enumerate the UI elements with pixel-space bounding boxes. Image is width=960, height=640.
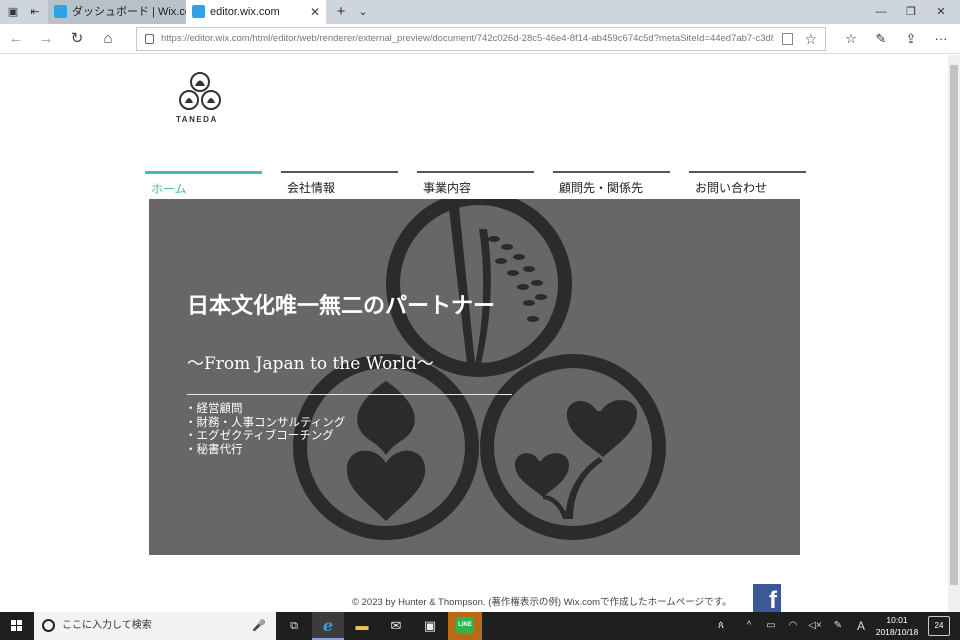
service-item: ・秘書代行 — [185, 441, 243, 456]
ime-mode-icon[interactable]: A — [852, 612, 870, 640]
browser-tab-bar: ▣ ⇤ ダッシュボード | Wix.com editor.wix.com ✕ +… — [0, 0, 960, 24]
set-aside-tabs-icon[interactable]: ▣ — [2, 0, 24, 24]
page-scrollbar[interactable] — [948, 55, 960, 612]
search-placeholder[interactable]: ここに入力して検索 — [62, 612, 152, 640]
footer-copyright: © 2023 by Hunter & Thompson. (著作権表示の例) W… — [352, 597, 732, 608]
more-icon[interactable]: ··· — [928, 24, 954, 54]
back-button[interactable]: ← — [3, 24, 29, 54]
wix-favicon-icon — [192, 5, 205, 18]
action-center-icon[interactable]: 24 — [928, 616, 950, 636]
nav-clients[interactable]: 顧問先・関係先 — [553, 171, 670, 199]
share-icon[interactable]: ⇪ — [898, 24, 924, 54]
tab-dashboard[interactable]: ダッシュボード | Wix.com — [48, 0, 200, 24]
cortana-icon — [42, 619, 55, 632]
home-button[interactable]: ⌂ — [95, 24, 121, 54]
mail-icon[interactable]: ✉ — [380, 612, 412, 640]
wix-favicon-icon — [54, 5, 67, 18]
nav-services[interactable]: 事業内容 — [417, 171, 534, 199]
services-list: ・経営顧問 ・財務・人事コンサルティング ・エグゼクティブコーチング ・秘書代行 — [185, 401, 346, 456]
favorites-hub-icon[interactable]: ☆ — [838, 24, 864, 54]
clock-date: 2018/10/18 — [875, 627, 919, 637]
address-toolbar: ← → ↻ ⌂ https://editor.wix.com/html/edit… — [0, 24, 960, 54]
url-text[interactable]: https://editor.wix.com/html/editor/web/r… — [161, 28, 773, 50]
edge-browser-icon[interactable]: e — [312, 612, 344, 640]
hero-title: 日本文化唯一無二のパートナー — [187, 293, 496, 319]
close-window-button[interactable]: ✕ — [930, 0, 952, 24]
system-clock[interactable]: 10:01 2018/10/18 — [872, 614, 922, 638]
file-explorer-icon[interactable]: ▬ — [346, 612, 378, 640]
battery-icon[interactable]: ▭ — [762, 612, 780, 640]
site-navigation: ホーム 会社情報 事業内容 顧問先・関係先 お問い合わせ — [145, 171, 806, 199]
wifi-icon[interactable]: ◠ — [784, 612, 802, 640]
nav-home[interactable]: ホーム — [145, 171, 262, 199]
service-item: ・財務・人事コンサルティング — [185, 414, 346, 429]
service-item: ・エグゼクティブコーチング — [185, 428, 334, 442]
close-tab-icon[interactable]: ✕ — [310, 0, 320, 24]
maximize-button[interactable]: ❐ — [900, 0, 922, 24]
line-logo-text: LINE — [456, 617, 474, 634]
volume-muted-icon[interactable]: ◁× — [806, 612, 824, 640]
microphone-icon[interactable]: 🎤 — [252, 612, 266, 640]
service-item: ・経営顧問 — [185, 401, 243, 415]
hero-subtitle: 〜From Japan to the World〜 — [187, 354, 434, 374]
refresh-button[interactable]: ↻ — [64, 24, 90, 54]
logo-text: TANEDA — [176, 115, 218, 124]
tab-preview-icon[interactable]: ⇤ — [24, 0, 46, 24]
page-viewport: TANEDA ホーム 会社情報 事業内容 顧問先・関係先 お問い合わせ 日本文化… — [0, 55, 948, 612]
new-tab-icon[interactable]: + — [330, 0, 352, 24]
address-bar[interactable]: https://editor.wix.com/html/editor/web/r… — [136, 27, 826, 51]
line-app-icon[interactable]: LINE — [448, 612, 482, 640]
taskbar-search-box[interactable]: ここに入力して検索 🎤 — [34, 612, 276, 640]
tab-title: editor.wix.com — [210, 6, 280, 18]
clock-time: 10:01 — [886, 615, 908, 625]
people-icon[interactable]: ጰ — [710, 612, 732, 640]
tab-title: ダッシュボード | Wix.com — [72, 6, 201, 18]
windows-taskbar: ここに入力して検索 🎤 ⧉ e ▬ ✉ ▣ LINE ጰ ^ ▭ ◠ ◁× ✎ … — [0, 612, 960, 640]
task-view-icon[interactable]: ⧉ — [278, 612, 310, 640]
nav-contact[interactable]: お問い合わせ — [689, 171, 806, 199]
windows-ink-icon[interactable]: ✎ — [828, 612, 848, 640]
tab-editor[interactable]: editor.wix.com ✕ — [186, 0, 326, 24]
tab-menu-chevron-icon[interactable]: ⌄ — [352, 0, 374, 24]
nav-company[interactable]: 会社情報 — [281, 171, 398, 199]
forward-button[interactable]: → — [33, 24, 59, 54]
favorite-star-icon[interactable]: ☆ — [804, 28, 817, 50]
facebook-icon[interactable]: f — [753, 584, 781, 612]
tray-chevron-icon[interactable]: ^ — [740, 612, 758, 640]
hero-divider — [187, 394, 512, 395]
reading-view-icon[interactable] — [782, 33, 793, 45]
minimize-button[interactable]: — — [870, 0, 892, 24]
facebook-glyph: f — [769, 587, 777, 612]
windows-logo-icon — [11, 620, 23, 632]
scrollbar-thumb[interactable] — [950, 65, 958, 585]
hero-banner: 日本文化唯一無二のパートナー 〜From Japan to the World〜… — [149, 199, 800, 555]
web-note-icon[interactable]: ✎ — [868, 24, 894, 54]
family-crest-icon — [293, 199, 666, 540]
start-button[interactable] — [0, 612, 34, 640]
lock-icon — [145, 34, 154, 44]
store-icon[interactable]: ▣ — [414, 612, 446, 640]
